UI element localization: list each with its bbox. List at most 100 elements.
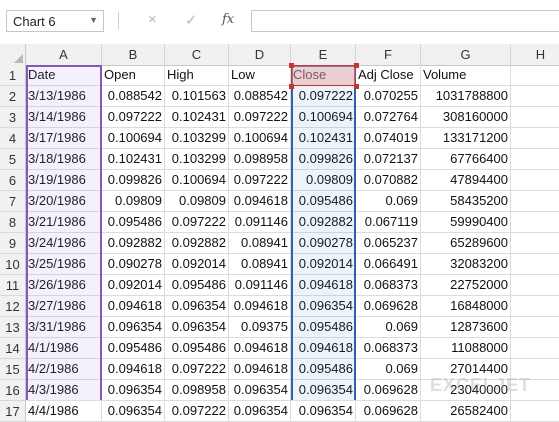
cell-g17[interactable]: 26582400	[421, 401, 511, 422]
cell-e14[interactable]: 0.094618	[291, 338, 356, 359]
cell-a12[interactable]: 3/27/1986	[26, 296, 102, 317]
cell-g1[interactable]: Volume	[421, 65, 511, 86]
cell-d15[interactable]: 0.094618	[229, 359, 291, 380]
cell-h11[interactable]	[511, 275, 559, 296]
cell-e2[interactable]: 0.097222	[291, 86, 356, 107]
cell-d13[interactable]: 0.09375	[229, 317, 291, 338]
cell-d11[interactable]: 0.091146	[229, 275, 291, 296]
cell-a13[interactable]: 3/31/1986	[26, 317, 102, 338]
cell-g14[interactable]: 11088000	[421, 338, 511, 359]
cell-e9[interactable]: 0.090278	[291, 233, 356, 254]
cell-e12[interactable]: 0.096354	[291, 296, 356, 317]
cell-f9[interactable]: 0.065237	[356, 233, 421, 254]
cell-d2[interactable]: 0.088542	[229, 86, 291, 107]
row-header[interactable]: 13	[0, 317, 26, 338]
column-header-b[interactable]: B	[102, 44, 165, 65]
cell-h7[interactable]	[511, 191, 559, 212]
cell-d16[interactable]: 0.096354	[229, 380, 291, 401]
cell-h4[interactable]	[511, 128, 559, 149]
cell-b1[interactable]: Open	[102, 65, 165, 86]
cell-h3[interactable]	[511, 107, 559, 128]
cell-e10[interactable]: 0.092014	[291, 254, 356, 275]
range-resize-handle[interactable]	[354, 63, 359, 68]
cell-a9[interactable]: 3/24/1986	[26, 233, 102, 254]
cell-f11[interactable]: 0.068373	[356, 275, 421, 296]
cell-b2[interactable]: 0.088542	[102, 86, 165, 107]
cell-e13[interactable]: 0.095486	[291, 317, 356, 338]
cell-b4[interactable]: 0.100694	[102, 128, 165, 149]
cell-b15[interactable]: 0.094618	[102, 359, 165, 380]
cell-f17[interactable]: 0.069628	[356, 401, 421, 422]
cell-e1[interactable]: Close	[291, 65, 356, 86]
cell-c15[interactable]: 0.097222	[165, 359, 229, 380]
row-header[interactable]: 9	[0, 233, 26, 254]
cell-g11[interactable]: 22752000	[421, 275, 511, 296]
cell-g4[interactable]: 133171200	[421, 128, 511, 149]
cell-a14[interactable]: 4/1/1986	[26, 338, 102, 359]
cell-g10[interactable]: 32083200	[421, 254, 511, 275]
cell-g9[interactable]: 65289600	[421, 233, 511, 254]
cell-e3[interactable]: 0.100694	[291, 107, 356, 128]
cell-f7[interactable]: 0.069	[356, 191, 421, 212]
enter-icon[interactable]: ✓	[185, 11, 198, 29]
cell-c12[interactable]: 0.096354	[165, 296, 229, 317]
row-header[interactable]: 15	[0, 359, 26, 380]
row-header[interactable]: 12	[0, 296, 26, 317]
cell-a8[interactable]: 3/21/1986	[26, 212, 102, 233]
cell-a7[interactable]: 3/20/1986	[26, 191, 102, 212]
cell-e8[interactable]: 0.092882	[291, 212, 356, 233]
cell-e16[interactable]: 0.096354	[291, 380, 356, 401]
cell-c17[interactable]: 0.097222	[165, 401, 229, 422]
cell-c11[interactable]: 0.095486	[165, 275, 229, 296]
range-resize-handle[interactable]	[354, 84, 359, 89]
cell-a3[interactable]: 3/14/1986	[26, 107, 102, 128]
cell-c4[interactable]: 0.103299	[165, 128, 229, 149]
cell-b5[interactable]: 0.102431	[102, 149, 165, 170]
row-header[interactable]: 2	[0, 86, 26, 107]
cell-h6[interactable]	[511, 170, 559, 191]
cell-b8[interactable]: 0.095486	[102, 212, 165, 233]
row-header[interactable]: 4	[0, 128, 26, 149]
cell-h17[interactable]	[511, 401, 559, 422]
cell-h1[interactable]	[511, 65, 559, 86]
cell-e17[interactable]: 0.096354	[291, 401, 356, 422]
cell-h2[interactable]	[511, 86, 559, 107]
cell-e11[interactable]: 0.094618	[291, 275, 356, 296]
cell-c6[interactable]: 0.100694	[165, 170, 229, 191]
name-box[interactable]: Chart 6 ▼	[6, 10, 104, 32]
cell-d3[interactable]: 0.097222	[229, 107, 291, 128]
cell-f1[interactable]: Adj Close	[356, 65, 421, 86]
cell-h5[interactable]	[511, 149, 559, 170]
cell-h12[interactable]	[511, 296, 559, 317]
cell-b17[interactable]: 0.096354	[102, 401, 165, 422]
cell-f15[interactable]: 0.069	[356, 359, 421, 380]
formula-input[interactable]	[251, 10, 559, 32]
cell-f13[interactable]: 0.069	[356, 317, 421, 338]
cell-d12[interactable]: 0.094618	[229, 296, 291, 317]
cell-h10[interactable]	[511, 254, 559, 275]
column-header-c[interactable]: C	[165, 44, 229, 65]
column-header-d[interactable]: D	[229, 44, 291, 65]
cell-d8[interactable]: 0.091146	[229, 212, 291, 233]
cell-f16[interactable]: 0.069628	[356, 380, 421, 401]
cell-f5[interactable]: 0.072137	[356, 149, 421, 170]
cell-c7[interactable]: 0.09809	[165, 191, 229, 212]
cell-b6[interactable]: 0.099826	[102, 170, 165, 191]
cell-h9[interactable]	[511, 233, 559, 254]
cell-b10[interactable]: 0.090278	[102, 254, 165, 275]
cell-a10[interactable]: 3/25/1986	[26, 254, 102, 275]
cell-d4[interactable]: 0.100694	[229, 128, 291, 149]
cell-d14[interactable]: 0.094618	[229, 338, 291, 359]
column-header-f[interactable]: F	[356, 44, 421, 65]
cell-b16[interactable]: 0.096354	[102, 380, 165, 401]
cell-f2[interactable]: 0.070255	[356, 86, 421, 107]
cell-f3[interactable]: 0.072764	[356, 107, 421, 128]
column-header-h[interactable]: H	[511, 44, 559, 65]
cell-c16[interactable]: 0.098958	[165, 380, 229, 401]
cell-b13[interactable]: 0.096354	[102, 317, 165, 338]
cell-a11[interactable]: 3/26/1986	[26, 275, 102, 296]
cell-d10[interactable]: 0.08941	[229, 254, 291, 275]
insert-function-icon[interactable]: fx	[222, 12, 234, 27]
cell-f12[interactable]: 0.069628	[356, 296, 421, 317]
column-header-g[interactable]: G	[421, 44, 511, 65]
